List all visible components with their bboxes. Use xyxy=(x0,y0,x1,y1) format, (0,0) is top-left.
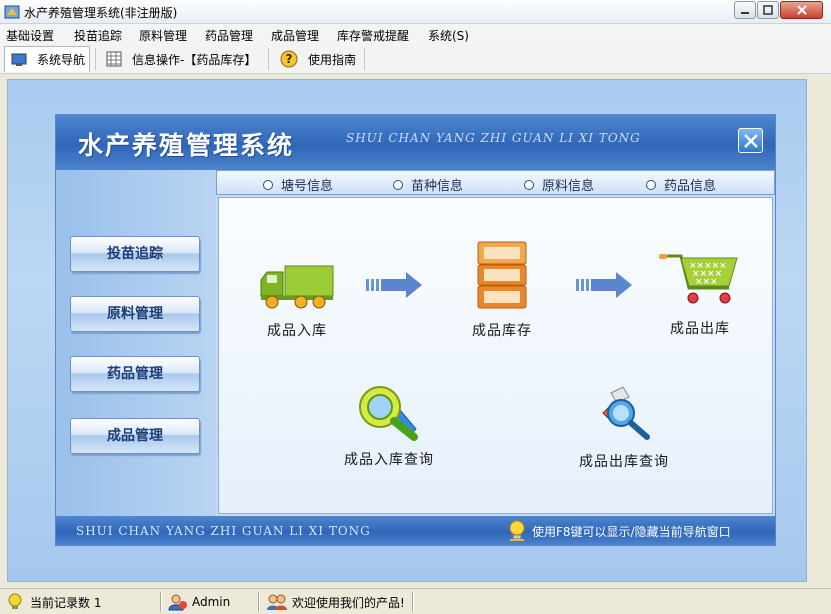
barrel-icon xyxy=(477,241,527,309)
minimize-icon xyxy=(741,12,749,14)
toolbar-separator xyxy=(268,48,269,70)
close-icon xyxy=(796,5,807,15)
users-icon xyxy=(267,594,287,610)
truck-icon xyxy=(260,265,334,309)
panel-footer: SHUI CHAN YANG ZHI GUAN LI XI TONG 使用F8键… xyxy=(56,516,775,545)
menu-bar: 基础设置 投苗追踪 原料管理 药品管理 成品管理 库存警戒提醒 系统(S) xyxy=(0,24,831,44)
panel-subtitle: SHUI CHAN YANG ZHI GUAN LI XI TONG xyxy=(346,131,641,145)
menu-product-management[interactable]: 成品管理 xyxy=(271,27,319,44)
tab-material-info-label: 原料信息 xyxy=(542,179,595,194)
info-tab-strip: 塘号信息 苗种信息 原料信息 药品信息 xyxy=(216,170,775,195)
tab-pond-info[interactable]: 塘号信息 xyxy=(263,175,333,194)
navigation-panel: 水产养殖管理系统 SHUI CHAN YANG ZHI GUAN LI XI T… xyxy=(55,114,776,546)
feature-product-stock[interactable]: 成品库存 xyxy=(465,238,539,340)
status-record-count-label: 当前记录数 1 xyxy=(30,595,102,610)
menu-inventory-alert[interactable]: 库存警戒提醒 xyxy=(337,27,409,44)
status-welcome: 欢迎使用我们的产品! xyxy=(266,593,405,611)
footer-hint: 使用F8键可以显示/隐藏当前导航窗口 xyxy=(532,525,731,539)
side-button-product-management[interactable]: 成品管理 xyxy=(70,418,200,454)
side-button-column: 投苗追踪 原料管理 药品管理 成品管理 xyxy=(56,170,216,516)
radio-icon xyxy=(524,179,534,190)
status-separator xyxy=(258,592,260,612)
panel-header: 水产养殖管理系统 SHUI CHAN YANG ZHI GUAN LI XI T… xyxy=(56,115,775,170)
tab-user-guide-label: 使用指南 xyxy=(308,52,357,67)
side-button-medicine-management[interactable]: 药品管理 xyxy=(70,356,200,392)
toolbar: 系统导航 信息操作-【药品库存】 ? 使用指南 xyxy=(0,44,831,74)
menu-material-management[interactable]: 原料管理 xyxy=(139,27,187,44)
menu-basic-settings[interactable]: 基础设置 xyxy=(6,27,54,44)
status-bar: 当前记录数 1 Admin 欢迎使用我们的产品! xyxy=(0,588,831,614)
radio-icon xyxy=(393,179,403,190)
status-separator xyxy=(160,592,162,612)
tab-info-operation[interactable]: 信息操作-【药品库存】 xyxy=(106,46,256,72)
shopping-cart-icon: ××××× ×××× ××× xyxy=(659,254,738,304)
feature-product-stock-label: 成品库存 xyxy=(472,323,532,339)
tab-fry-info-label: 苗种信息 xyxy=(411,179,464,194)
arrow-right-icon xyxy=(366,272,422,298)
maximize-icon xyxy=(763,5,773,15)
lightbulb-icon xyxy=(509,520,525,541)
side-button-material-management[interactable]: 原料管理 xyxy=(70,296,200,332)
arrow-right-icon xyxy=(576,272,632,298)
feature-outbound-query[interactable]: 成品出库查询 xyxy=(574,383,674,471)
panel-close-button[interactable] xyxy=(738,128,763,153)
maximize-button[interactable] xyxy=(757,1,779,19)
close-button[interactable] xyxy=(780,1,823,19)
panel-title: 水产养殖管理系统 xyxy=(78,131,295,160)
feature-product-outbound-label: 成品出库 xyxy=(670,321,730,337)
menu-medicine-management[interactable]: 药品管理 xyxy=(205,27,253,44)
minimize-button[interactable] xyxy=(734,1,756,19)
feature-area: 成品入库 成品库存 ××××× ×××× ××× 成品出库 成品入库查询 成品出… xyxy=(218,197,773,514)
monitor-icon xyxy=(11,53,27,66)
close-icon xyxy=(744,134,758,148)
svg-text:?: ? xyxy=(286,52,293,66)
status-separator xyxy=(412,592,414,612)
tab-system-navigation[interactable]: 系统导航 xyxy=(4,46,90,72)
radio-icon xyxy=(646,179,656,190)
grid-table-icon xyxy=(106,51,122,67)
svg-text:×××: ××× xyxy=(695,277,718,287)
feature-outbound-query-label: 成品出库查询 xyxy=(579,454,669,470)
magnifier-icon xyxy=(359,386,418,441)
title-bar: 水产养殖管理系统(非注册版) xyxy=(0,0,831,24)
window-title: 水产养殖管理系统(非注册版) xyxy=(24,6,178,20)
toolbar-separator xyxy=(364,48,365,70)
status-record-count: 当前记录数 1 xyxy=(6,593,101,611)
feature-inbound-query-label: 成品入库查询 xyxy=(344,452,434,468)
status-welcome-label: 欢迎使用我们的产品! xyxy=(292,595,405,610)
status-user-label: Admin xyxy=(192,595,231,609)
tab-system-navigation-label: 系统导航 xyxy=(37,53,86,67)
menu-fry-tracking[interactable]: 投苗追踪 xyxy=(74,27,122,44)
search-icon xyxy=(602,386,650,440)
radio-icon xyxy=(263,179,273,190)
tab-material-info[interactable]: 原料信息 xyxy=(524,175,594,194)
tab-medicine-info-label: 药品信息 xyxy=(664,179,717,194)
app-icon xyxy=(4,5,20,19)
toolbar-separator xyxy=(95,48,96,70)
user-icon xyxy=(168,594,187,611)
tab-info-operation-label: 信息操作-【药品库存】 xyxy=(132,52,257,67)
menu-system[interactable]: 系统(S) xyxy=(428,27,469,44)
feature-product-inbound[interactable]: 成品入库 xyxy=(257,260,337,340)
feature-product-outbound[interactable]: ××××× ×××× ××× 成品出库 xyxy=(659,248,741,338)
tab-pond-info-label: 塘号信息 xyxy=(281,179,334,194)
side-button-fry-tracking[interactable]: 投苗追踪 xyxy=(70,236,200,272)
lightbulb-icon xyxy=(8,593,22,609)
feature-product-inbound-label: 成品入库 xyxy=(267,323,327,339)
tab-medicine-info[interactable]: 药品信息 xyxy=(646,175,716,194)
status-user: Admin xyxy=(168,593,230,611)
tab-fry-info[interactable]: 苗种信息 xyxy=(393,175,463,194)
footer-brand: SHUI CHAN YANG ZHI GUAN LI XI TONG xyxy=(76,524,371,538)
tab-user-guide[interactable]: ? 使用指南 xyxy=(280,46,356,72)
feature-inbound-query[interactable]: 成品入库查询 xyxy=(339,383,439,469)
help-icon: ? xyxy=(280,50,298,68)
